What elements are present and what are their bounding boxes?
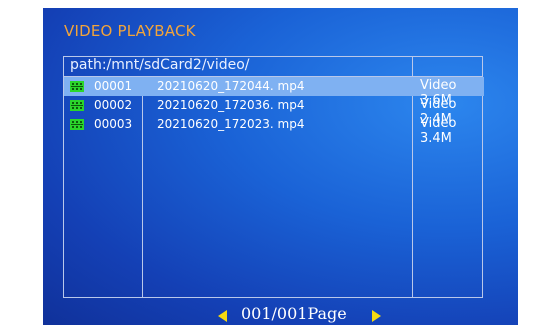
- divider: [412, 57, 413, 76]
- file-index: 00003: [94, 117, 133, 131]
- film-icon: [70, 81, 84, 92]
- path-label: path:/mnt/sdCard2/video/: [70, 57, 250, 73]
- page-title: VIDEO PLAYBACK: [64, 22, 196, 40]
- file-row[interactable]: 00002 20210620_172036. mp4 Video 2.4M: [64, 96, 484, 127]
- triangle-right-icon[interactable]: [372, 310, 381, 322]
- file-row[interactable]: 00003 20210620_172023. mp4 Video 3.4M: [64, 115, 484, 146]
- pagination: 001/001Page: [43, 303, 518, 325]
- file-index: 00002: [94, 98, 133, 112]
- file-browser-panel: path:/mnt/sdCard2/video/ 00001 20210620_1…: [63, 56, 484, 298]
- file-name: 20210620_172036. mp4: [157, 98, 305, 112]
- film-icon: [70, 119, 84, 130]
- file-info: Video 3.4M: [420, 116, 457, 146]
- file-index: 00001: [94, 79, 133, 93]
- file-name: 20210620_172044. mp4: [157, 79, 305, 93]
- file-row[interactable]: 00001 20210620_172044. mp4 Video 3.6M: [64, 77, 484, 108]
- path-bar: path:/mnt/sdCard2/video/: [64, 57, 482, 77]
- playback-screen: VIDEO PLAYBACK path:/mnt/sdCard2/video/ …: [43, 8, 518, 325]
- file-name: 20210620_172023. mp4: [157, 117, 305, 131]
- page-indicator: 001/001Page: [241, 304, 347, 323]
- triangle-left-icon[interactable]: [218, 310, 227, 322]
- film-icon: [70, 100, 84, 111]
